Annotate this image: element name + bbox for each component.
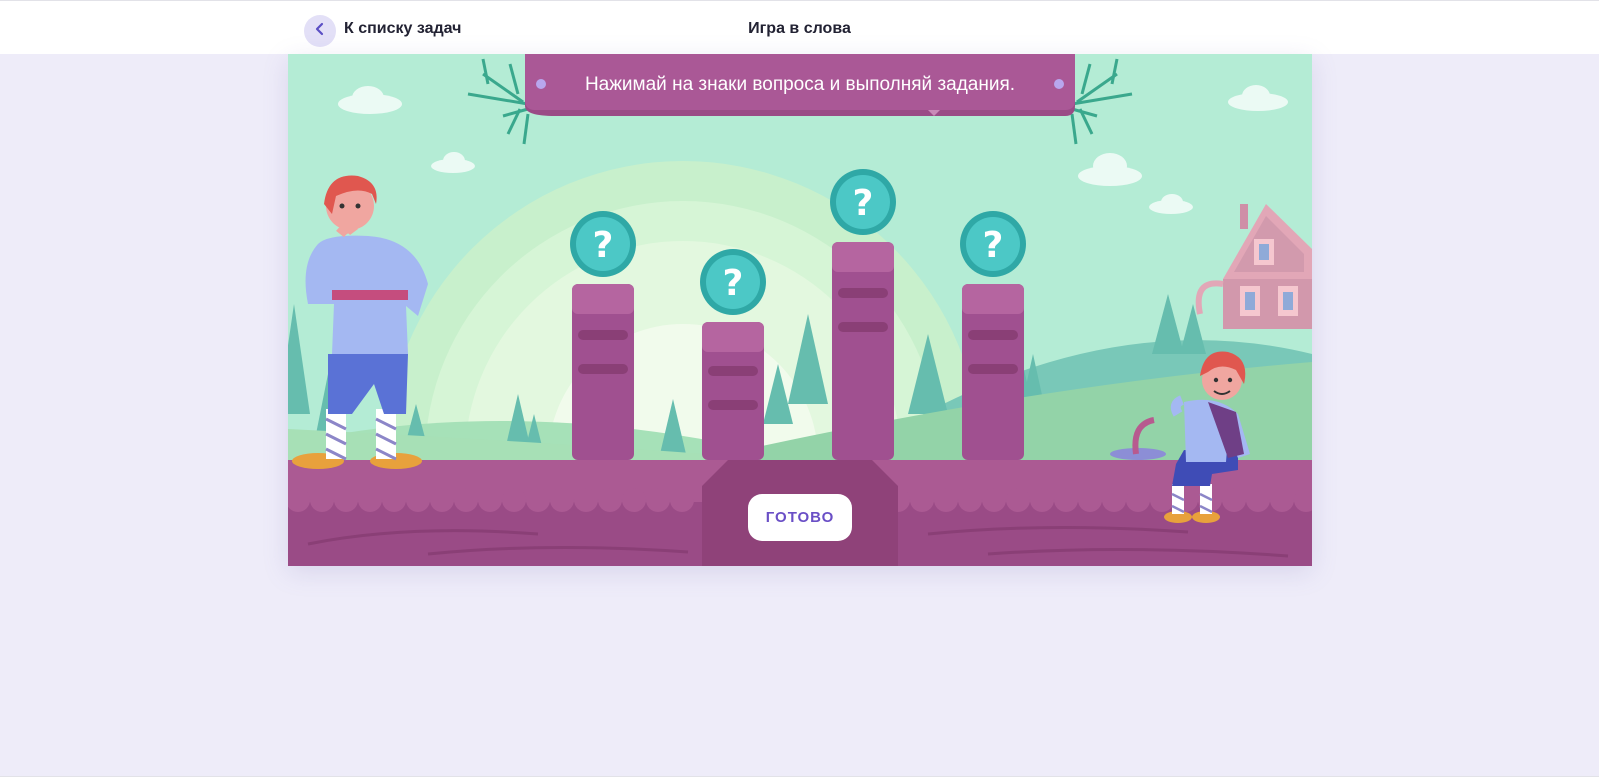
question-marker-2[interactable]: ?	[700, 249, 766, 315]
scene-illustration: ? ? ? ?	[288, 54, 1312, 566]
question-marker-4[interactable]: ?	[960, 211, 1026, 277]
instruction-text: Нажимай на знаки вопроса и выполняй зада…	[584, 74, 1016, 95]
question-mark-icon: ?	[723, 263, 744, 304]
question-mark-icon: ?	[983, 225, 1004, 266]
page-title: Игра в слова	[748, 20, 851, 37]
game-scene: ? ? ? ? Нажимай на знаки вопроса и выпол…	[288, 54, 1312, 566]
question-marker-1[interactable]: ?	[570, 211, 636, 277]
question-mark-icon: ?	[853, 183, 874, 224]
top-bar: К списку задач Игра в слова	[0, 0, 1599, 54]
question-marker-3[interactable]: ?	[830, 169, 896, 235]
done-button[interactable]: ГОТОВО	[748, 494, 852, 541]
question-mark-icon: ?	[593, 225, 614, 266]
